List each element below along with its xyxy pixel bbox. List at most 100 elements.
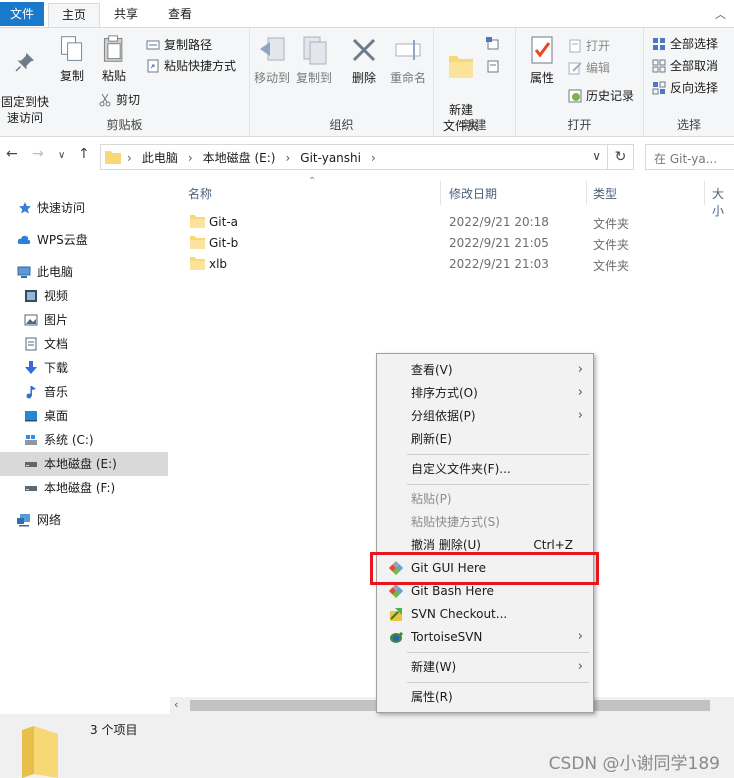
column-header-name[interactable]: 名称 bbox=[188, 185, 212, 205]
navigation-bar: ← → ∨ ↑ › 此电脑 › 本地磁盘 (E:) › Git-yanshi › ∨ ↻ 在… bbox=[0, 137, 734, 177]
new-item-button[interactable] bbox=[484, 34, 502, 54]
menu-item-new[interactable]: 新建(W) › bbox=[379, 656, 591, 678]
sidebar-item-wps-cloud[interactable]: WPS云盘 bbox=[0, 228, 168, 252]
sidebar-item-quick-access[interactable]: 快速访问 bbox=[0, 196, 168, 220]
menu-separator bbox=[407, 484, 589, 485]
address-bar[interactable]: › 此电脑 › 本地磁盘 (E:) › Git-yanshi › ∨ bbox=[100, 144, 608, 170]
folder-icon bbox=[190, 257, 205, 270]
refresh-icon[interactable]: ↻ bbox=[608, 144, 634, 170]
chevron-down-icon[interactable]: ∨ bbox=[592, 149, 601, 163]
sidebar-item-documents[interactable]: 文档 bbox=[0, 332, 168, 356]
select-all-icon bbox=[653, 38, 665, 50]
open-button[interactable]: 打开 bbox=[566, 36, 610, 56]
group-label-organize: 组织 bbox=[329, 118, 354, 132]
paste-shortcut-button[interactable]: 粘贴快捷方式 bbox=[144, 56, 236, 76]
column-divider[interactable] bbox=[440, 181, 441, 205]
tab-share[interactable]: 共享 bbox=[106, 3, 146, 28]
sidebar-item-drive-f[interactable]: 本地磁盘 (F:) bbox=[0, 476, 168, 500]
tab-view[interactable]: 查看 bbox=[158, 3, 202, 28]
paste-button[interactable]: 粘贴 bbox=[96, 34, 132, 84]
breadcrumb-item[interactable]: 本地磁盘 (E:) bbox=[203, 151, 276, 165]
folder-icon bbox=[105, 151, 121, 164]
menu-item-tortoisesvn[interactable]: TortoiseSVN › bbox=[379, 626, 591, 648]
menu-item-view[interactable]: 查看(V) › bbox=[379, 359, 591, 381]
cut-button[interactable]: 剪切 bbox=[96, 90, 140, 110]
forward-arrow-icon[interactable]: → bbox=[32, 146, 44, 162]
watermark: CSDN @小谢同学189 bbox=[548, 754, 720, 774]
menu-item-paste[interactable]: 粘贴(P) bbox=[379, 488, 591, 510]
easy-access-button[interactable] bbox=[484, 56, 502, 76]
edit-button[interactable]: 编辑 bbox=[566, 58, 610, 78]
menu-item-refresh[interactable]: 刷新(E) bbox=[379, 428, 591, 450]
column-divider[interactable] bbox=[586, 181, 587, 205]
sidebar-item-pictures[interactable]: 图片 bbox=[0, 308, 168, 332]
svn-checkout-icon bbox=[390, 608, 402, 621]
file-date: 2022/9/21 20:18 bbox=[449, 215, 549, 229]
breadcrumb-item[interactable]: 此电脑 bbox=[142, 151, 178, 165]
file-type: 文件夹 bbox=[593, 217, 630, 231]
menu-item-sort[interactable]: 排序方式(O) › bbox=[379, 382, 591, 404]
group-label-select: 选择 bbox=[676, 118, 701, 132]
chevron-up-icon[interactable]: ︿ bbox=[715, 6, 726, 22]
menu-separator bbox=[407, 682, 589, 683]
search-input[interactable]: 在 Git-ya... bbox=[645, 144, 734, 170]
delete-button[interactable]: 删除 bbox=[346, 34, 382, 86]
sidebar-item-desktop[interactable]: 桌面 bbox=[0, 404, 168, 428]
scroll-left-icon[interactable]: ‹ bbox=[174, 698, 178, 711]
computer-icon bbox=[17, 266, 31, 278]
picture-icon bbox=[24, 314, 38, 326]
tab-home[interactable]: 主页 bbox=[48, 3, 100, 28]
column-header-type[interactable]: 类型 bbox=[593, 185, 617, 205]
sidebar-item-videos[interactable]: 视频 bbox=[0, 284, 168, 308]
move-to-button[interactable]: 移动到 bbox=[252, 34, 292, 86]
navigation-pane: 快速访问 WPS云盘 此电脑 视频 图片 文档 下载 音乐 桌面 系统 (C:)… bbox=[0, 177, 168, 712]
group-open: 属性 打开 编辑 历史记录 打开 bbox=[516, 28, 644, 136]
tab-file[interactable]: 文件 bbox=[0, 2, 44, 26]
pin-button[interactable]: 固定到快 速访问 bbox=[0, 34, 50, 126]
sidebar-item-drive-e[interactable]: 本地磁盘 (E:) bbox=[0, 452, 168, 476]
table-row[interactable]: xlb 2022/9/21 21:03 文件夹 bbox=[186, 254, 726, 275]
invert-selection-icon bbox=[652, 81, 666, 95]
drive-icon bbox=[25, 486, 37, 491]
invert-selection-button[interactable]: 反向选择 bbox=[650, 78, 718, 98]
sidebar-item-downloads[interactable]: 下载 bbox=[0, 356, 168, 380]
select-all-button[interactable]: 全部选择 bbox=[650, 34, 718, 54]
sidebar-item-network[interactable]: 网络 bbox=[0, 508, 168, 532]
breadcrumb-item[interactable]: Git-yanshi bbox=[300, 151, 361, 165]
sidebar-item-music[interactable]: 音乐 bbox=[0, 380, 168, 404]
highlight-box bbox=[370, 552, 599, 585]
file-name: Git-a bbox=[209, 215, 239, 229]
table-row[interactable]: Git-b 2022/9/21 21:05 文件夹 bbox=[186, 233, 726, 254]
tortoisesvn-icon bbox=[390, 632, 403, 643]
network-icon bbox=[17, 514, 30, 527]
menu-item-svn-checkout[interactable]: SVN Checkout... bbox=[379, 603, 591, 625]
new-item-icon bbox=[486, 37, 499, 50]
sidebar-item-this-pc[interactable]: 此电脑 bbox=[0, 260, 168, 284]
delete-x-icon bbox=[352, 38, 376, 62]
rename-button[interactable]: 重命名 bbox=[386, 34, 430, 86]
menu-item-properties[interactable]: 属性(R) bbox=[379, 686, 591, 708]
table-row[interactable]: Git-a 2022/9/21 20:18 文件夹 bbox=[186, 212, 726, 233]
menu-item-group[interactable]: 分组依据(P) › bbox=[379, 405, 591, 427]
properties-button[interactable]: 属性 bbox=[522, 34, 562, 86]
menu-item-paste-shortcut[interactable]: 粘贴快捷方式(S) bbox=[379, 511, 591, 533]
copy-to-button[interactable]: 复制到 bbox=[294, 34, 334, 86]
sidebar-item-drive-c[interactable]: 系统 (C:) bbox=[0, 428, 168, 452]
select-none-button[interactable]: 全部取消 bbox=[650, 56, 718, 76]
history-icon bbox=[568, 89, 582, 103]
menu-item-customize-folder[interactable]: 自定义文件夹(F)... bbox=[379, 458, 591, 480]
menu-separator bbox=[407, 454, 589, 455]
git-bash-icon bbox=[389, 584, 403, 598]
copy-button[interactable]: 复制 bbox=[54, 34, 90, 84]
file-name: Git-b bbox=[209, 236, 239, 250]
star-icon bbox=[19, 202, 31, 214]
back-arrow-icon[interactable]: ← bbox=[6, 146, 18, 162]
large-folder-icon bbox=[22, 726, 58, 778]
history-button[interactable]: 历史记录 bbox=[566, 86, 634, 106]
column-header-date[interactable]: 修改日期 bbox=[449, 185, 497, 205]
column-divider[interactable] bbox=[704, 181, 705, 205]
column-header-size[interactable]: 大小 bbox=[712, 185, 734, 218]
recent-chevron-icon[interactable]: ∨ bbox=[58, 150, 65, 161]
up-arrow-icon[interactable]: ↑ bbox=[78, 146, 90, 162]
copy-path-button[interactable]: 复制路径 bbox=[144, 35, 212, 55]
